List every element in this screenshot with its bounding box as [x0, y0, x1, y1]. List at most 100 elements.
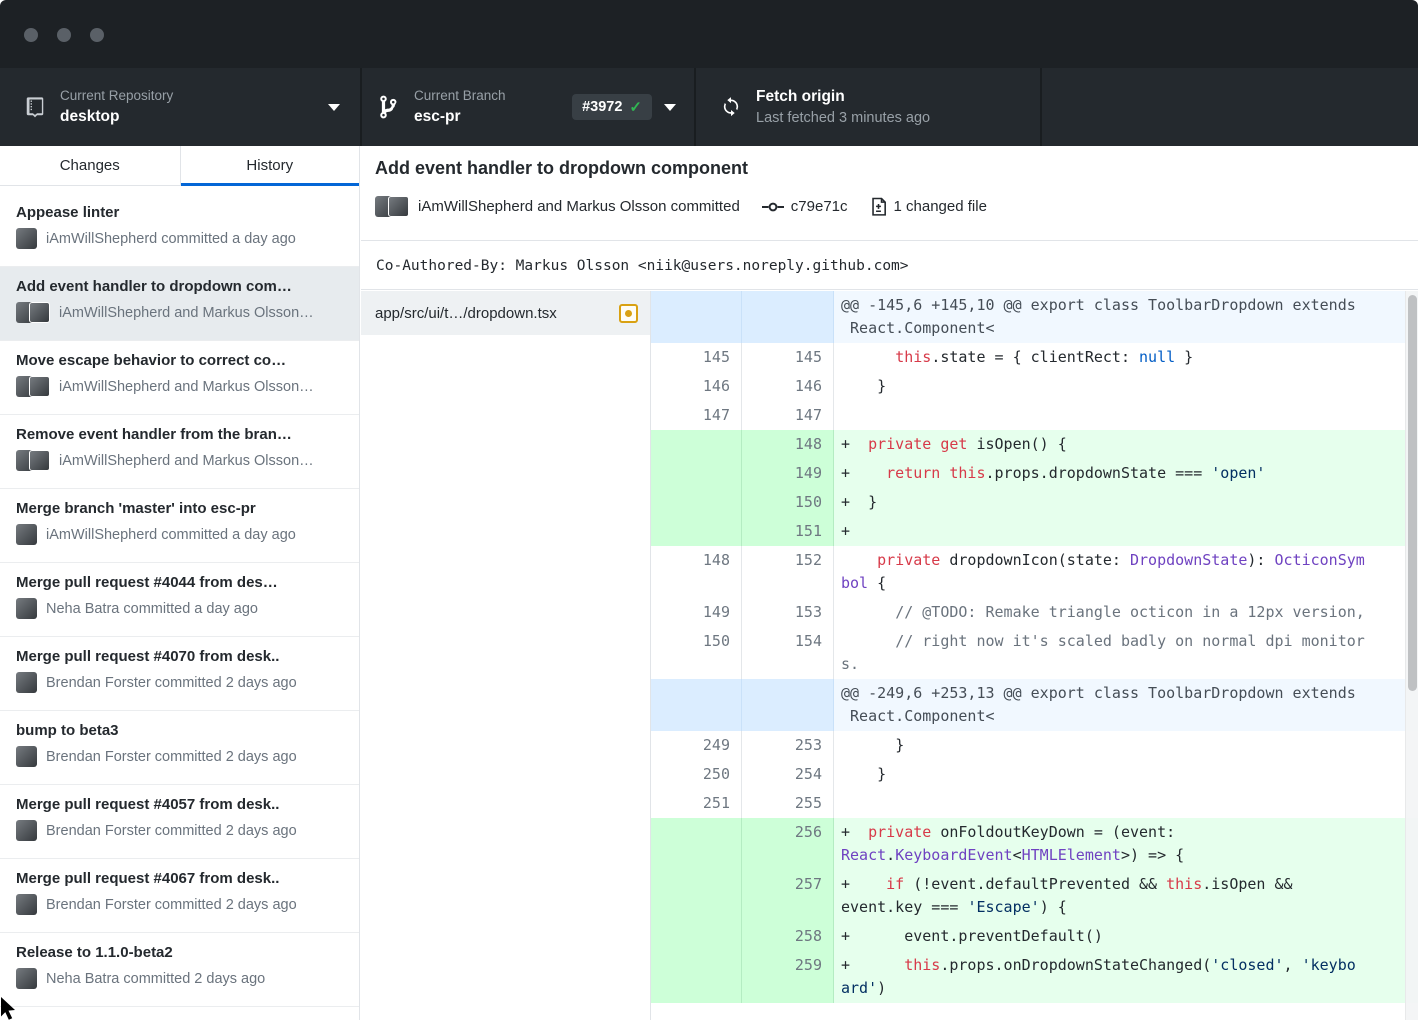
list-item[interactable]: Merge pull request #4050 from d…: [0, 1007, 359, 1020]
diff-line-row: 257+ if (!event.defaultPrevented && this…: [651, 870, 1418, 922]
mouse-cursor-icon: [0, 997, 22, 1020]
commit-item-meta: Brendan Forster committed 2 days ago: [16, 672, 345, 693]
new-line-number: 259: [742, 951, 834, 1003]
chevron-down-icon: [328, 104, 340, 111]
avatar: [16, 228, 37, 249]
old-line-number: 146: [651, 372, 742, 401]
list-item[interactable]: Merge pull request #4067 from desk.. Bren…: [0, 859, 359, 933]
current-repository-button[interactable]: Current Repository desktop: [0, 68, 360, 146]
commit-item-meta: Brendan Forster committed 2 days ago: [16, 746, 345, 767]
diff-scrollbar: [1405, 291, 1418, 1020]
commit-item-meta: Brendan Forster committed 2 days ago: [16, 894, 345, 915]
commit-item-title: Merge pull request #4067 from desk..: [16, 870, 345, 887]
github-desktop-window: Current Repository desktop Current Branc…: [0, 0, 1418, 1020]
list-item[interactable]: Add event handler to dropdown com… iAmWil…: [0, 267, 359, 341]
commit-description: Co-Authored-By: Markus Olsson <niik@user…: [361, 242, 1418, 290]
diff-line-row: 250254 }: [651, 760, 1418, 789]
avatar: [16, 820, 37, 841]
diff-line-row: 149+ return this.props.dropdownState ===…: [651, 459, 1418, 488]
commit-sha: c79e71c: [791, 198, 848, 215]
title-bar: [0, 0, 1418, 68]
zoom-button[interactable]: [90, 28, 104, 42]
diff-file-icon: [870, 197, 887, 217]
new-line-number: 148: [742, 430, 834, 459]
commit-item-title: Release to 1.1.0-beta2: [16, 944, 345, 961]
diff-line-content: }: [834, 731, 1418, 760]
commit-item-meta: iAmWillShepherd and Markus Olsson…: [16, 450, 345, 471]
tab-changes[interactable]: Changes: [0, 146, 180, 185]
list-item[interactable]: Merge branch 'master' into esc-pr iAmWill…: [0, 489, 359, 563]
list-item[interactable]: Appease linter iAmWillShepherd committed …: [0, 193, 359, 267]
new-line-number: 153: [742, 598, 834, 627]
new-line-number: 258: [742, 922, 834, 951]
old-line-number: [651, 488, 742, 517]
commit-item-meta: Neha Batra committed a day ago: [16, 598, 345, 619]
fetch-subtitle: Last fetched 3 minutes ago: [756, 109, 930, 127]
commit-item-meta-text: Brendan Forster committed 2 days ago: [46, 749, 297, 765]
diff-line-content: +: [834, 517, 1418, 546]
avatar: [16, 672, 37, 693]
avatar: [388, 196, 409, 217]
diff-line-content: @@ -249,6 +253,13 @@ export class Toolba…: [834, 679, 1418, 731]
file-row-dropdown-tsx[interactable]: app/src/ui/t…/dropdown.tsx: [361, 291, 650, 335]
old-line-number: [651, 517, 742, 546]
commit-item-meta-text: Neha Batra committed 2 days ago: [46, 971, 265, 987]
diff-line-row: 149153 // @TODO: Remake triangle octicon…: [651, 598, 1418, 627]
diff-line-content: + this.props.onDropdownStateChanged('clo…: [834, 951, 1418, 1003]
list-item[interactable]: Remove event handler from the bran…iAmWi…: [0, 415, 359, 489]
diff-view: @@ -145,6 +145,10 @@ export class Toolba…: [651, 291, 1418, 1020]
new-line-number: 253: [742, 731, 834, 760]
minimize-button[interactable]: [57, 28, 71, 42]
commit-item-title: Merge branch 'master' into esc-pr: [16, 500, 345, 517]
list-item[interactable]: Move escape behavior to correct co…iAmWi…: [0, 341, 359, 415]
diff-line-content: + private onFoldoutKeyDown = (event: Rea…: [834, 818, 1418, 870]
commit-item-meta-text: Brendan Forster committed 2 days ago: [46, 897, 297, 913]
old-line-number: 250: [651, 760, 742, 789]
diff-line-content: this.state = { clientRect: null }: [834, 343, 1418, 372]
changed-files-count: 1 changed file: [894, 198, 987, 215]
old-line-number: [651, 430, 742, 459]
file-path: app/src/ui/t…/dropdown.tsx: [375, 305, 619, 322]
avatar: [29, 376, 50, 397]
diff-line-row: 259+ this.props.onDropdownStateChanged('…: [651, 951, 1418, 1003]
diff-line-content: // right now it's scaled badly on normal…: [834, 627, 1418, 679]
commit-item-title: Add event handler to dropdown com…: [16, 278, 345, 295]
pr-number: #3972: [582, 99, 622, 115]
diff-line-content: }: [834, 760, 1418, 789]
commit-item-meta-text: Neha Batra committed a day ago: [46, 601, 258, 617]
traffic-lights: [24, 28, 104, 42]
diff-rows: @@ -145,6 +145,10 @@ export class Toolba…: [651, 291, 1418, 1003]
diff-hunk-header-row: @@ -249,6 +253,13 @@ export class Toolba…: [651, 679, 1418, 731]
commit-item-meta-text: iAmWillShepherd and Markus Olsson…: [59, 453, 314, 469]
old-line-number: [651, 291, 742, 343]
commit-item-meta-text: Brendan Forster committed 2 days ago: [46, 823, 297, 839]
current-branch-button[interactable]: Current Branch esc-pr #3972 ✓: [362, 68, 694, 146]
old-line-number: 150: [651, 627, 742, 679]
list-item[interactable]: Merge pull request #4070 from desk.. Bren…: [0, 637, 359, 711]
diff-line-row: 146146 }: [651, 372, 1418, 401]
list-item[interactable]: Merge pull request #4057 from desk.. Bren…: [0, 785, 359, 859]
close-button[interactable]: [24, 28, 38, 42]
list-item[interactable]: Merge pull request #4044 from des…Neha B…: [0, 563, 359, 637]
new-line-number: 146: [742, 372, 834, 401]
commit-item-title: Appease linter: [16, 204, 345, 221]
list-item[interactable]: bump to beta3Brendan Forster committed 2…: [0, 711, 359, 785]
list-item[interactable]: Release to 1.1.0-beta2 Neha Batra committ…: [0, 933, 359, 1007]
commit-item-title: Merge pull request #4070 from desk..: [16, 648, 345, 665]
fetch-origin-button[interactable]: Fetch origin Last fetched 3 minutes ago: [696, 68, 1040, 146]
diff-line-content: // @TODO: Remake triangle octicon in a 1…: [834, 598, 1418, 627]
toolbar: Current Repository desktop Current Branc…: [0, 68, 1418, 146]
diff-line-content: + event.preventDefault(): [834, 922, 1418, 951]
tab-history[interactable]: History: [180, 146, 360, 185]
new-line-number: 151: [742, 517, 834, 546]
diff-line-content: @@ -145,6 +145,10 @@ export class Toolba…: [834, 291, 1418, 343]
scrollbar-thumb[interactable]: [1408, 295, 1417, 691]
commit-item-meta-text: iAmWillShepherd committed a day ago: [46, 231, 296, 247]
history-sidebar: Changes History Appease linter iAmWillShe…: [0, 146, 360, 1020]
commit-item-meta-text: iAmWillShepherd committed a day ago: [46, 527, 296, 543]
sync-icon: [720, 95, 742, 119]
commit-item-title: Merge pull request #4057 from desk..: [16, 796, 345, 813]
diff-line-row: 148+ private get isOpen() {: [651, 430, 1418, 459]
commit-item-meta-text: iAmWillShepherd and Markus Olsson…: [59, 305, 314, 321]
diff-line-row: 145145 this.state = { clientRect: null }: [651, 343, 1418, 372]
